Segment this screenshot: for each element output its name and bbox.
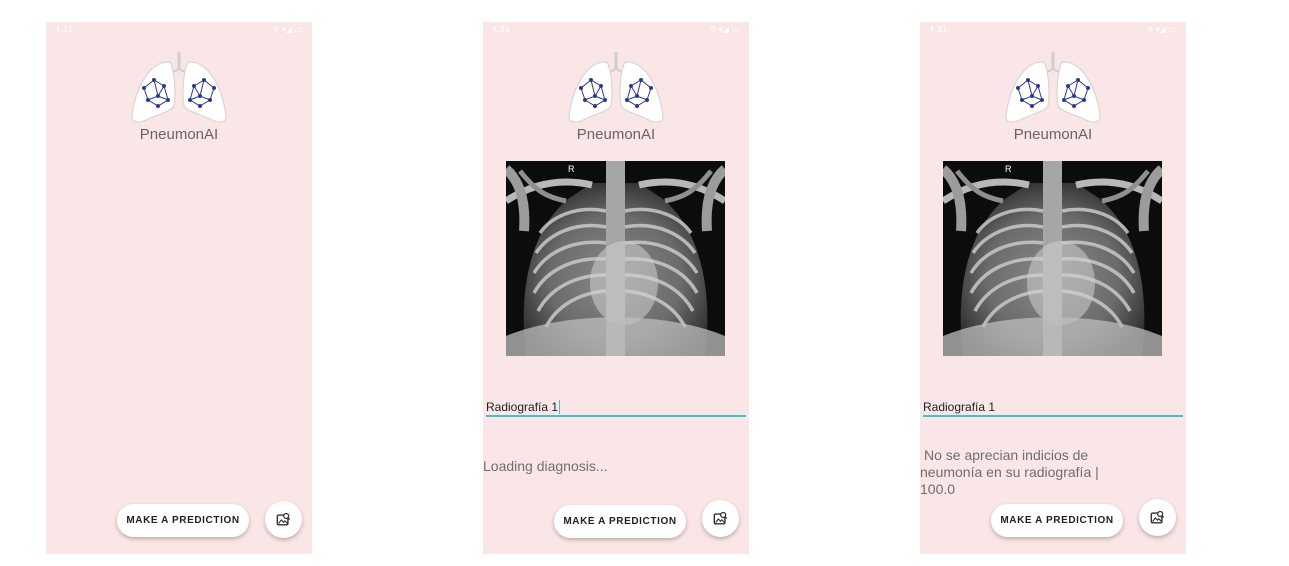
status-icons: ⚲ ▾◢ ▭ [273, 25, 302, 34]
xray-image: R [506, 161, 725, 356]
xray-image: R [943, 161, 1162, 356]
image-search-icon [1150, 510, 1165, 524]
make-prediction-button[interactable]: MAKE A PREDICTION [554, 505, 686, 538]
status-icons: ⚲ ▾◢ ▭ [710, 25, 739, 34]
xray-marker: R [568, 164, 575, 174]
lungs-logo-icon [130, 50, 228, 124]
status-icons: ⚲ ▾◢ ▭ [1147, 25, 1176, 34]
loading-status-text: Loading diagnosis... [483, 458, 608, 474]
make-prediction-button[interactable]: MAKE A PREDICTION [991, 504, 1123, 537]
make-prediction-button[interactable]: MAKE A PREDICTION [117, 504, 249, 537]
lungs-logo-icon [1004, 50, 1102, 124]
xray-marker: R [1005, 164, 1012, 174]
status-time: 4:31 [55, 25, 73, 34]
pick-image-button[interactable] [265, 501, 302, 538]
diagnosis-result-text: No se aprecian indicios de neumonía en s… [920, 447, 1099, 497]
text-caret [559, 400, 560, 414]
image-search-icon [713, 511, 728, 525]
pick-image-button[interactable] [702, 500, 739, 537]
xray-name-input[interactable] [923, 399, 1183, 417]
phone-screen-loading: 4:31 ⚲ ▾◢ ▭ PneumonAI R Loading diagnosi… [483, 22, 749, 554]
pick-image-button[interactable] [1139, 499, 1176, 536]
status-time: 4:31 [492, 25, 510, 34]
lungs-logo-icon [567, 50, 665, 124]
xray-name-input[interactable] [486, 399, 746, 417]
phone-screen-empty: 4:31 ⚲ ▾◢ ▭ PneumonAI MAKE A PREDICTION [46, 22, 312, 554]
app-title: PneumonAI [139, 126, 219, 143]
app-title: PneumonAI [576, 126, 656, 143]
phone-screen-result: 4:31 ⚲ ▾◢ ▭ PneumonAI R No se aprecian i… [920, 22, 1186, 554]
app-title: PneumonAI [1013, 126, 1093, 143]
image-search-icon [276, 512, 291, 526]
status-time: 4:31 [929, 25, 947, 34]
